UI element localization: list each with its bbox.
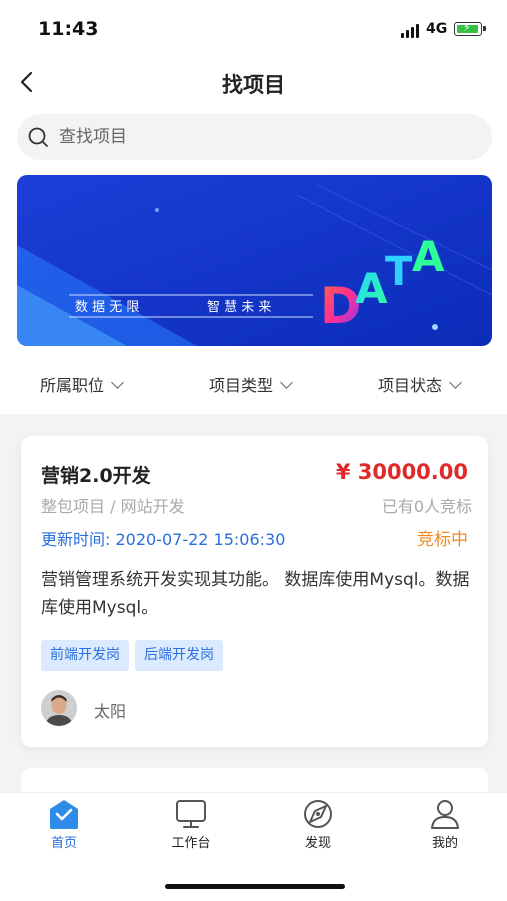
project-price: ¥ 30000.00 xyxy=(335,460,468,484)
tab-discover-label: 发现 xyxy=(304,836,331,851)
user-icon xyxy=(431,800,459,829)
filter-position[interactable]: 所属职位 xyxy=(40,372,124,396)
owner-name: 太阳 xyxy=(94,702,127,721)
filter-project-status-label: 项目状态 xyxy=(378,376,443,395)
monitor-icon xyxy=(176,800,206,828)
project-title: 营销2.0开发 xyxy=(41,465,151,487)
avatar[interactable] xyxy=(41,690,77,726)
project-type: 整包项目 / 网站开发 xyxy=(41,497,185,516)
update-time: 更新时间: 2020-07-22 15:06:30 xyxy=(41,530,286,549)
tab-mine-label: 我的 xyxy=(431,836,458,851)
tab-discover[interactable]: 发现 xyxy=(278,797,358,851)
tag-frontend[interactable]: 前端开发岗 xyxy=(41,640,129,671)
tab-workbench[interactable]: 工作台 xyxy=(151,797,231,851)
filter-project-status[interactable]: 项目状态 xyxy=(378,372,462,396)
svg-text:A: A xyxy=(355,264,388,313)
filter-project-type[interactable]: 项目类型 xyxy=(209,372,293,396)
svg-text:T: T xyxy=(385,249,413,295)
status-bar: 11:43 4G ⚡ xyxy=(0,0,507,60)
home-icon xyxy=(50,800,78,829)
tab-mine[interactable]: 我的 xyxy=(405,797,485,851)
compass-icon xyxy=(304,800,332,828)
search-icon xyxy=(28,127,48,147)
banner-tagline-right: 智 慧 未 来 xyxy=(207,299,271,315)
tag-backend[interactable]: 后端开发岗 xyxy=(135,640,223,671)
project-card[interactable]: 营销2.0开发 ¥ 30000.00 整包项目 / 网站开发 已有0人竞标 更新… xyxy=(21,436,488,747)
svg-text:A: A xyxy=(412,232,445,281)
battery-icon: ⚡ xyxy=(454,21,486,36)
chevron-down-icon xyxy=(111,376,124,389)
person-avatar-icon xyxy=(41,690,77,726)
tag-list: 前端开发岗 后端开发岗 xyxy=(41,640,229,671)
filter-bar: 所属职位 项目类型 项目状态 xyxy=(0,362,507,406)
tab-home[interactable]: 首页 xyxy=(24,797,104,851)
tab-home-label: 首页 xyxy=(50,836,77,851)
home-indicator xyxy=(165,884,345,889)
page-title: 找项目 xyxy=(222,73,285,97)
banner-tagline-left: 数 据 无 限 xyxy=(75,300,139,315)
bid-count: 已有0人竞标 xyxy=(381,497,472,516)
status-time: 11:43 xyxy=(38,18,99,40)
project-status: 竞标中 xyxy=(417,530,468,550)
tab-workbench-label: 工作台 xyxy=(171,836,211,851)
chevron-down-icon xyxy=(449,376,462,389)
filter-position-label: 所属职位 xyxy=(40,376,105,395)
nav-bar: 找项目 xyxy=(0,60,507,104)
filter-project-type-label: 项目类型 xyxy=(209,376,274,395)
signal-icon xyxy=(401,24,421,38)
project-description: 营销管理系统开发实现其功能。 数据库使用Mysql。数据库使用Mysql。 xyxy=(41,570,470,618)
search-input[interactable] xyxy=(59,114,479,160)
chevron-down-icon xyxy=(280,376,293,389)
network-type: 4G xyxy=(426,21,448,37)
promo-banner[interactable]: 数 据 无 限 智 慧 未 来 D A T A xyxy=(17,175,492,346)
search-bar[interactable] xyxy=(17,114,492,160)
banner-image: 数 据 无 限 智 慧 未 来 D A T A xyxy=(17,175,492,346)
